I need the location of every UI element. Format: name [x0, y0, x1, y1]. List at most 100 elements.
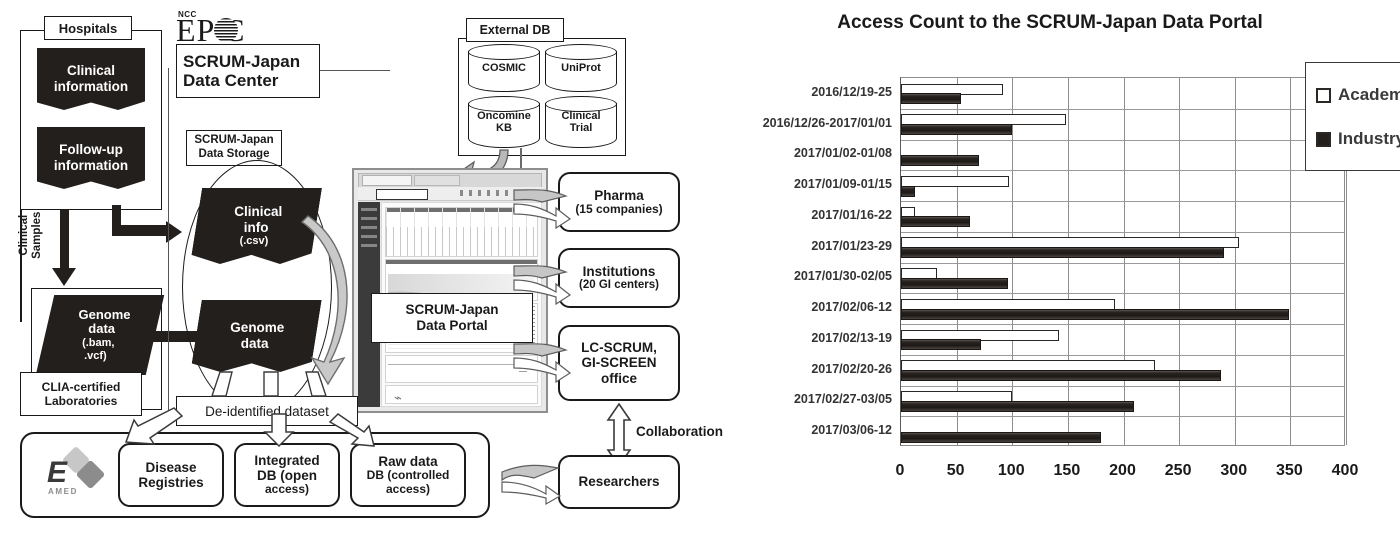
output-integrated-db-line3: access) — [264, 482, 310, 497]
consumer-institutions-line1: Institutions — [582, 264, 656, 279]
portal-label-line1: SCRUM-Japan — [405, 301, 499, 317]
chart-x-tick-label: 300 — [1220, 462, 1248, 479]
chart-gridline — [1123, 78, 1125, 445]
chart-category-label: 2016/12/26-2017/01/01 — [762, 115, 892, 130]
clinical-samples-label: Clinical Samples — [18, 200, 44, 270]
external-db-cylinder-uniprot: UniProt — [545, 44, 617, 92]
output-raw-data-db-line2: DB (controlled — [366, 468, 450, 483]
clia-lab-caption-line1: CLIA-certified — [41, 379, 121, 394]
output-disease-registries-line1: Disease — [145, 459, 197, 475]
genome-data-source-card: Genome data (.bam, .vcf) — [35, 295, 165, 375]
data-center-line2: Data Center — [183, 71, 279, 90]
output-disease-registries-box: Disease Registries — [118, 443, 224, 507]
chart-x-tick-label: 0 — [895, 462, 905, 479]
chart-category-label: 2017/03/06-12 — [811, 423, 892, 438]
chart-band-separator — [901, 108, 1344, 110]
chart-category-label: 2017/01/16-22 — [811, 207, 892, 222]
chart-gridline — [1067, 78, 1069, 445]
portal-map-panel: ⌁ — [385, 385, 538, 405]
genome-data-stored-line1: Genome — [230, 320, 285, 336]
output-disease-registries-line2: Registries — [138, 475, 204, 490]
legend-swatch-academia — [1316, 87, 1331, 103]
clia-lab-caption-line2: Laboratories — [44, 394, 118, 408]
scrum-japan-data-portal-label: SCRUM-Japan Data Portal — [371, 293, 533, 343]
external-db-cylinder-cosmic: COSMIC — [468, 44, 540, 92]
chart-x-tick-label: 250 — [1164, 462, 1192, 479]
deidentified-distribution-arrows — [124, 407, 375, 448]
chart-bar-industry — [901, 431, 1102, 443]
chart-category-label: 2017/01/09-01/15 — [793, 177, 892, 192]
chart-plot-area — [900, 77, 1347, 446]
chart-bar-academia — [901, 175, 1009, 187]
consumer-pharma-line2: (15 companies) — [575, 201, 663, 216]
chart-band-separator — [901, 139, 1344, 141]
data-center-box: SCRUM-Japan Data Center — [176, 44, 320, 98]
external-db-label: External DB — [466, 18, 564, 42]
chart-x-tick-label: 100 — [997, 462, 1025, 479]
chart-bar-industry — [901, 370, 1222, 382]
chart-legend: Academia Industry — [1305, 62, 1400, 171]
consumer-lcscrum-line2: GI-SCREEN — [581, 355, 657, 371]
chart-band-separator — [901, 324, 1344, 325]
clinical-samples-line2: Samples — [31, 211, 43, 259]
chart-x-tick-label: 50 — [946, 462, 965, 479]
chart-band-separator — [901, 201, 1344, 202]
output-integrated-db-box: Integrated DB (open access) — [234, 443, 340, 507]
chart-band-separator — [901, 293, 1344, 295]
chart-bar-industry — [901, 124, 1013, 136]
rawdata-to-researchers-arrow — [501, 464, 562, 506]
portal-to-pharma-arrow — [513, 189, 572, 230]
clinical-info-csv-line2: info — [243, 219, 269, 235]
researchers-box: Researchers — [558, 455, 680, 509]
followup-information-line1: Follow-up — [59, 142, 123, 158]
chart-x-tick-label: 350 — [1276, 462, 1303, 479]
clinical-samples-line1: Clinical — [17, 214, 30, 256]
consumer-lcscrum-line3: office — [600, 370, 637, 386]
consumer-institutions-line2: (20 GI centers) — [579, 279, 659, 292]
chart-category-label: 2017/02/27-03/05 — [793, 392, 892, 407]
legend-label-academia: Academia — [1338, 85, 1400, 104]
output-raw-data-db-line3: access) — [385, 481, 431, 496]
chart-x-tick-label: 400 — [1331, 462, 1359, 479]
chart-bar-industry — [901, 308, 1290, 320]
external-db-oncomine-line1: Oncomine — [477, 109, 531, 122]
clinical-information-line1: Clinical — [66, 63, 115, 79]
chart-band-separator — [901, 416, 1344, 418]
chart-x-tick-label: 150 — [1053, 462, 1081, 479]
output-raw-data-db-box: Raw data DB (controlled access) — [350, 443, 466, 507]
data-center-line1: SCRUM-Japan — [183, 51, 301, 71]
scrum-japan-architecture-diagram: Hospitals Clinical information Follow-up… — [0, 0, 723, 543]
chart-band-separator — [901, 262, 1344, 264]
chart-category-label: 2017/02/06-12 — [811, 300, 892, 315]
browser-tab-active[interactable] — [362, 175, 412, 186]
clinical-samples-arrow-shaft — [60, 210, 69, 272]
chart-gridline — [1012, 78, 1014, 445]
clinical-information-card: Clinical information — [37, 48, 145, 110]
chart-bar-industry — [901, 247, 1224, 259]
consumer-pharma-line1: Pharma — [594, 187, 644, 203]
chart-bar-industry — [901, 185, 916, 197]
consumer-lcscrum-box: LC-SCRUM, GI-SCREEN office — [558, 325, 680, 401]
browser-tab-second[interactable] — [414, 175, 460, 186]
consumer-pharma-box: Pharma (15 companies) — [558, 172, 680, 232]
external-db-cylinder-clinicaltrial: Clinical Trial — [545, 96, 617, 148]
clinical-info-csv-line1: Clinical — [234, 204, 283, 220]
consumer-institutions-box: Institutions (20 GI centers) — [558, 248, 680, 308]
amed-mark: E — [47, 456, 68, 489]
genome-data-source-line3: (.bam, — [81, 337, 115, 350]
chart-bar-industry — [901, 93, 962, 105]
clia-lab-caption: CLIA-certified Laboratories — [20, 372, 142, 416]
followup-information-line2: information — [53, 158, 129, 173]
chart-category-label: 2016/12/19-25 — [811, 84, 892, 99]
portal-label-line2: Data Portal — [416, 318, 488, 333]
chart-bar-industry — [901, 154, 979, 166]
chart-category-label: 2017/02/20-26 — [811, 361, 892, 376]
legend-label-industry: Industry — [1338, 129, 1400, 148]
output-raw-data-db-line1: Raw data — [378, 454, 438, 469]
external-db-clinicaltrial-line1: Clinical — [561, 109, 601, 122]
chart-gridline — [1290, 78, 1292, 445]
external-db-uniprot-label: UniProt — [561, 61, 601, 74]
browser-url-input[interactable] — [376, 189, 428, 200]
amed-logo: E AMED — [44, 445, 106, 500]
genome-data-stored-line2: data — [240, 336, 269, 351]
